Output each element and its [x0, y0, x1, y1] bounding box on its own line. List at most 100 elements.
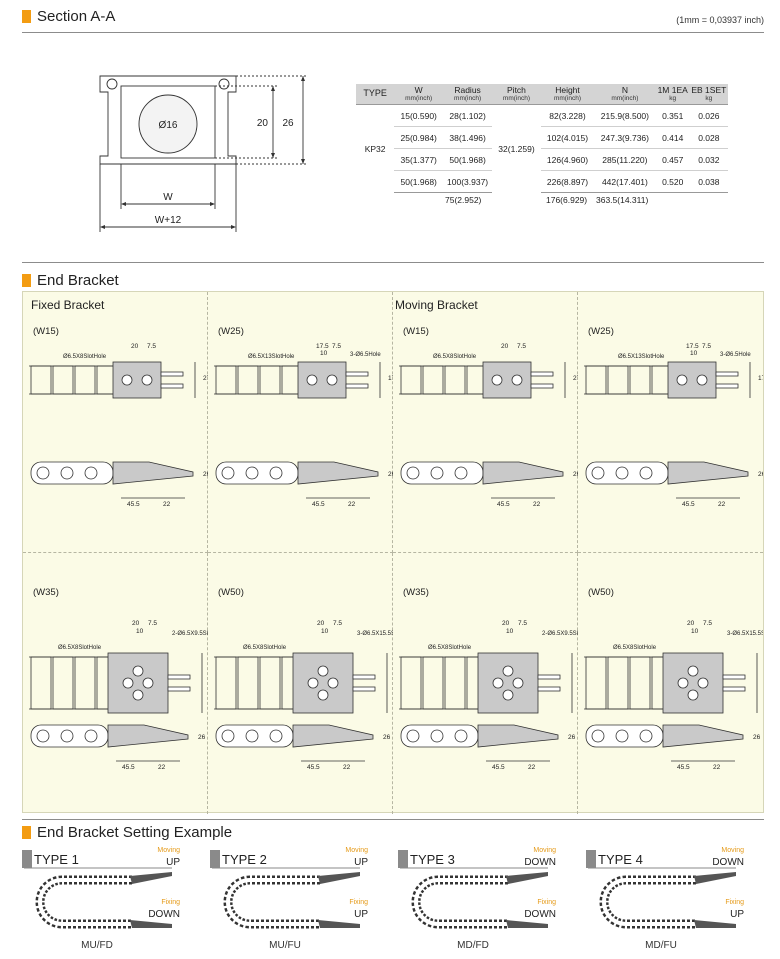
- dim-label: 26: [383, 734, 391, 741]
- hole-label: 2-Ø6.5X9.5SlotHole: [172, 631, 208, 637]
- slot-hole-label: Ø6.5X8SlotHole: [243, 645, 287, 651]
- dim-label: 22: [528, 764, 536, 771]
- dim-label: 22: [533, 501, 541, 508]
- dim-label: 22: [163, 501, 171, 508]
- moving-label: Moving: [533, 847, 556, 854]
- w-cell: 25(0.984): [394, 126, 444, 150]
- eb-cell: 0.038: [689, 170, 728, 194]
- section-aa-header: Section A-A: [22, 8, 115, 25]
- dim-label: 10: [506, 628, 514, 635]
- col-pitch: Pitch mm(inch): [492, 84, 541, 106]
- dim-label: 7.5: [332, 343, 341, 350]
- col-radius: Radius mm(inch): [443, 84, 493, 106]
- dim-label: 45.5: [492, 764, 505, 771]
- dim-label: 26: [753, 734, 761, 741]
- section-divider: [22, 819, 764, 820]
- height-176: 176(6.929): [546, 195, 588, 205]
- col-n: Nmm(inch): [594, 84, 656, 106]
- col-eb: EB 1SET kg: [689, 84, 728, 106]
- m1-cell: 0.457: [655, 148, 690, 172]
- type-name: TYPE 1: [34, 852, 79, 867]
- dim-label: 17: [758, 375, 763, 382]
- pitch-cell: 32(1.259): [498, 144, 535, 155]
- dim-label: 20: [501, 343, 509, 350]
- bracket-cell: (W50)Ø6.5X8SlotHole3-Ø6.5X15.5SlotHole20…: [208, 553, 393, 814]
- bracket-drawing: Ø6.5X8SlotHole207.52745.52226: [399, 343, 578, 508]
- dim-label: 17.5: [686, 343, 699, 350]
- type-name: TYPE 3: [410, 852, 455, 867]
- hole-label: 3-Ø6.5Hole: [350, 352, 381, 358]
- end-bracket-panel: Fixed Bracket Moving Bracket (W15) Ø6.5X8…: [22, 291, 764, 814]
- table-row: 25(0.984) 38(1.496) 102(4.015) 247.3(9.7…: [356, 126, 728, 150]
- dim-label: 7.5: [703, 620, 712, 627]
- chain-loop-drawing: [35, 872, 172, 929]
- hole-label: 3-Ø6.5X15.5SlotHole: [727, 631, 763, 637]
- bracket-cell: (W50)Ø6.5X8SlotHole3-Ø6.5X15.5SlotHole20…: [578, 553, 763, 814]
- dim-20: 20: [257, 118, 269, 129]
- col-w: Wmm(inch): [394, 84, 444, 106]
- dim-label: 22: [713, 764, 721, 771]
- col-1m: 1M 1EA kg: [655, 84, 690, 106]
- hole-label: 3-Ø6.5X15.5SlotHole: [357, 631, 393, 637]
- dim-label: 22: [343, 764, 351, 771]
- n-cell: 442(17.401): [594, 170, 656, 194]
- height-cell: 102(4.015): [540, 126, 595, 150]
- bracket-cell: (W15)Ø6.5X8SlotHole207.52745.52226: [393, 292, 578, 553]
- dim-label: 7.5: [518, 620, 527, 627]
- dim-label: 45.5: [312, 501, 325, 508]
- dim-label: 10: [321, 628, 329, 635]
- slot-hole-label: Ø6.5X8SlotHole: [63, 354, 107, 360]
- bracket-cell: (W35)Ø6.5X8SlotHole2-Ø6.5X9.5SlotHole207…: [23, 553, 208, 814]
- dim-label: 20: [502, 620, 510, 627]
- type-card: TYPE 4 Moving DOWN Fixing UP MD/FU: [586, 846, 758, 956]
- dim-label: 10: [690, 350, 698, 357]
- dim-label: 7.5: [147, 343, 156, 350]
- eb-cell: 0.028: [689, 126, 728, 150]
- type-name: TYPE 2: [222, 852, 267, 867]
- bracket-cell: (W25) Ø6.5X13SlotHole 3-Ø6.5Hole 17.5 7.5 10 1…: [578, 292, 763, 553]
- dim-label: 22: [348, 501, 356, 508]
- section-aa-drawing: Ø16 W W+12 20 26: [99, 75, 308, 232]
- dim-label: 45.5: [497, 501, 510, 508]
- dim-label: 45.5: [677, 764, 690, 771]
- dim-label: 7.5: [333, 620, 342, 627]
- radius-cell: 38(1.496): [443, 126, 493, 150]
- bracket-drawing: Ø6.5X8SlotHole207.52745.52226: [29, 343, 208, 508]
- section-aa-title: Section A-A: [37, 8, 116, 25]
- section-divider: [22, 262, 764, 263]
- dim-label: 26: [758, 471, 763, 478]
- radius-cell: 100(3.937): [443, 170, 493, 194]
- moving-label: Moving: [157, 847, 180, 854]
- dim-label: 10: [320, 350, 328, 357]
- table-row: 35(1.377) 50(1.968) 126(4.960) 285(11.22…: [356, 148, 728, 172]
- dim-label: 17.5: [316, 343, 329, 350]
- dim-label: 20: [687, 620, 695, 627]
- type-name: TYPE 4: [598, 852, 643, 867]
- dim-label: 7.5: [517, 343, 526, 350]
- col-type: TYPE: [356, 84, 395, 106]
- radius-cell: 50(1.968): [443, 148, 493, 172]
- type-cell: KP32: [364, 144, 386, 155]
- table-row: KP32 15(0.590) 28(1.102) 32(1.259) 82(3.…: [356, 104, 728, 154]
- dim-label: 7.5: [702, 343, 711, 350]
- type-card: TYPE 3 Moving DOWN Fixing DOWN MD/FD: [398, 846, 570, 956]
- dim-label: 22: [158, 764, 166, 771]
- spec-header-row: TYPE Wmm(inch) Radius mm(inch) Pitch mm(in…: [356, 84, 728, 106]
- bracket-drawing: Ø6.5X8SlotHole2-Ø6.5X9.5SlotHole207.5101…: [399, 620, 578, 771]
- bracket-cell: (W35)Ø6.5X8SlotHole2-Ø6.5X9.5SlotHole207…: [393, 553, 578, 814]
- dim-label: 26: [568, 734, 576, 741]
- n-cell: 247.3(9.736): [594, 126, 656, 150]
- setting-example-header: End Bracket Setting Example: [22, 824, 232, 841]
- n-cell: 215.9(8.500): [594, 104, 656, 128]
- end-bracket-title: End Bracket: [37, 272, 119, 289]
- dim-label: 20: [317, 620, 325, 627]
- slot-hole-label: Ø6.5X13SlotHole: [618, 354, 665, 360]
- dim-label: 22: [718, 501, 726, 508]
- eb-cell: 0.032: [689, 148, 728, 172]
- chain-loop-drawing: [411, 872, 548, 929]
- slot-hole-label: Ø6.5X8SlotHole: [428, 645, 472, 651]
- chain-loop-drawing: [223, 872, 360, 929]
- w-cell: 35(1.377): [394, 148, 444, 172]
- dim-label: 45.5: [122, 764, 135, 771]
- bracket-drawing: Ø6.5X8SlotHole 3-Ø6.5X15.5SlotHole 20 7.5 10…: [584, 620, 763, 771]
